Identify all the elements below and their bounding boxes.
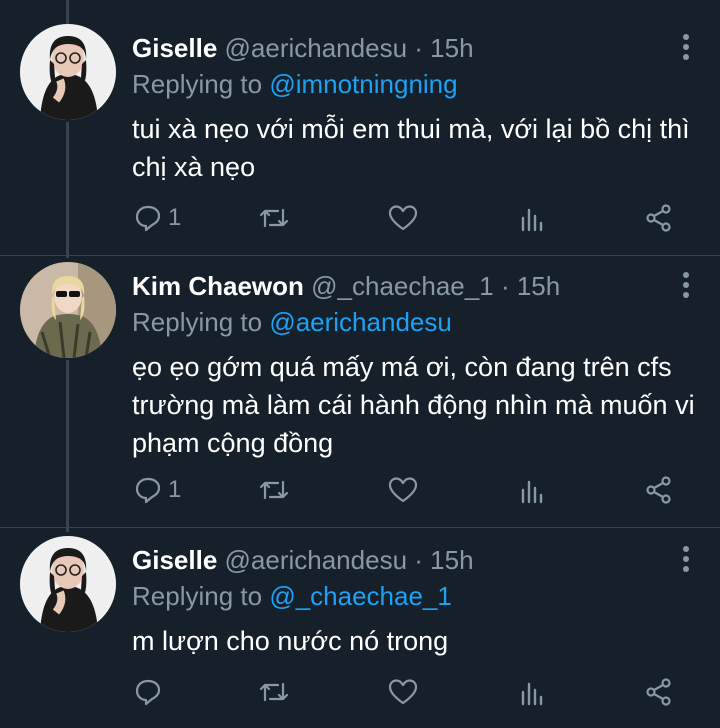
retweet-button[interactable] [258, 472, 296, 508]
tweet[interactable]: Kim Chaewon @_chaechae_1 · 15h Replying … [0, 262, 720, 524]
analytics-icon [521, 682, 543, 706]
share-icon [646, 476, 671, 504]
replying-to-label: Replying to [132, 69, 263, 99]
mention-link[interactable]: @_chaechae_1 [269, 581, 452, 611]
thread-line [66, 0, 69, 24]
avatar[interactable] [20, 24, 116, 120]
like-button[interactable] [388, 472, 424, 508]
analytics-icon [521, 208, 543, 232]
share-button[interactable] [645, 674, 673, 710]
like-button[interactable] [388, 674, 424, 710]
retweet-icon [259, 480, 289, 500]
avatar[interactable] [20, 262, 116, 358]
display-name[interactable]: Kim Chaewon [132, 271, 304, 301]
reply-button[interactable]: 1 [134, 200, 181, 236]
heart-icon [388, 679, 418, 705]
tweet-text: tui xà nẹo với mỗi em thui mà, với lại b… [132, 114, 690, 182]
timestamp[interactable]: 15h [517, 271, 560, 301]
separator-dot: · [414, 545, 423, 575]
mention-link[interactable]: @imnotningning [269, 69, 457, 99]
user-handle[interactable]: @aerichandesu [225, 545, 408, 575]
more-options-icon[interactable] [682, 34, 690, 64]
divider [0, 527, 720, 528]
user-handle[interactable]: @aerichandesu [225, 33, 408, 63]
replying-to-label: Replying to [132, 581, 263, 611]
replying-to: Replying to @_chaechae_1 [132, 578, 452, 614]
replying-to: Replying to @imnotningning [132, 66, 458, 102]
mention-link[interactable]: @aerichandesu [269, 307, 452, 337]
tweet-text: ẹo ẹo gớm quá mấy má ơi, còn đang trên c… [132, 352, 695, 458]
tweet-actions: 1 [0, 200, 720, 236]
more-options-icon[interactable] [682, 272, 690, 302]
analytics-icon [521, 480, 543, 504]
display-name[interactable]: Giselle [132, 33, 217, 63]
tweet[interactable]: Giselle @aerichandesu · 15h Replying to … [0, 536, 720, 726]
tweet-header: Giselle @aerichandesu · 15h [132, 542, 474, 578]
analytics-button[interactable] [519, 200, 545, 236]
reply-button[interactable]: 1 [134, 472, 181, 508]
tweet-text: m lượn cho nước nó trong [132, 626, 449, 656]
tweet-header: Kim Chaewon @_chaechae_1 · 15h [132, 268, 560, 304]
heart-icon [388, 205, 418, 231]
reply-count: 1 [168, 476, 182, 503]
tweet-header: Giselle @aerichandesu · 15h [132, 30, 474, 66]
reply-icon [135, 205, 161, 232]
share-icon [646, 204, 671, 232]
avatar[interactable] [20, 536, 116, 632]
reply-button[interactable] [134, 674, 168, 710]
tweet-actions [0, 674, 720, 710]
retweet-icon [259, 208, 289, 228]
retweet-button[interactable] [258, 674, 296, 710]
display-name[interactable]: Giselle [132, 545, 217, 575]
timestamp[interactable]: 15h [430, 545, 473, 575]
separator-dot: · [414, 33, 423, 63]
user-handle[interactable]: @_chaechae_1 [311, 271, 494, 301]
timestamp[interactable]: 15h [430, 33, 473, 63]
more-options-icon[interactable] [682, 546, 690, 576]
share-button[interactable] [645, 200, 673, 236]
like-button[interactable] [388, 200, 424, 236]
tweet-actions: 1 [0, 472, 720, 508]
reply-icon [135, 477, 161, 504]
retweet-button[interactable] [258, 200, 296, 236]
retweet-icon [259, 682, 289, 702]
analytics-button[interactable] [519, 674, 545, 710]
heart-icon [388, 477, 418, 503]
divider [0, 255, 720, 256]
separator-dot: · [500, 271, 510, 301]
share-button[interactable] [645, 472, 673, 508]
reply-count: 1 [168, 204, 182, 231]
tweet[interactable]: Giselle @aerichandesu · 15h Replying to … [0, 24, 720, 254]
replying-to-label: Replying to [132, 307, 263, 337]
analytics-button[interactable] [519, 472, 545, 508]
reply-icon [135, 679, 161, 706]
share-icon [646, 678, 671, 706]
replying-to: Replying to @aerichandesu [132, 304, 452, 340]
